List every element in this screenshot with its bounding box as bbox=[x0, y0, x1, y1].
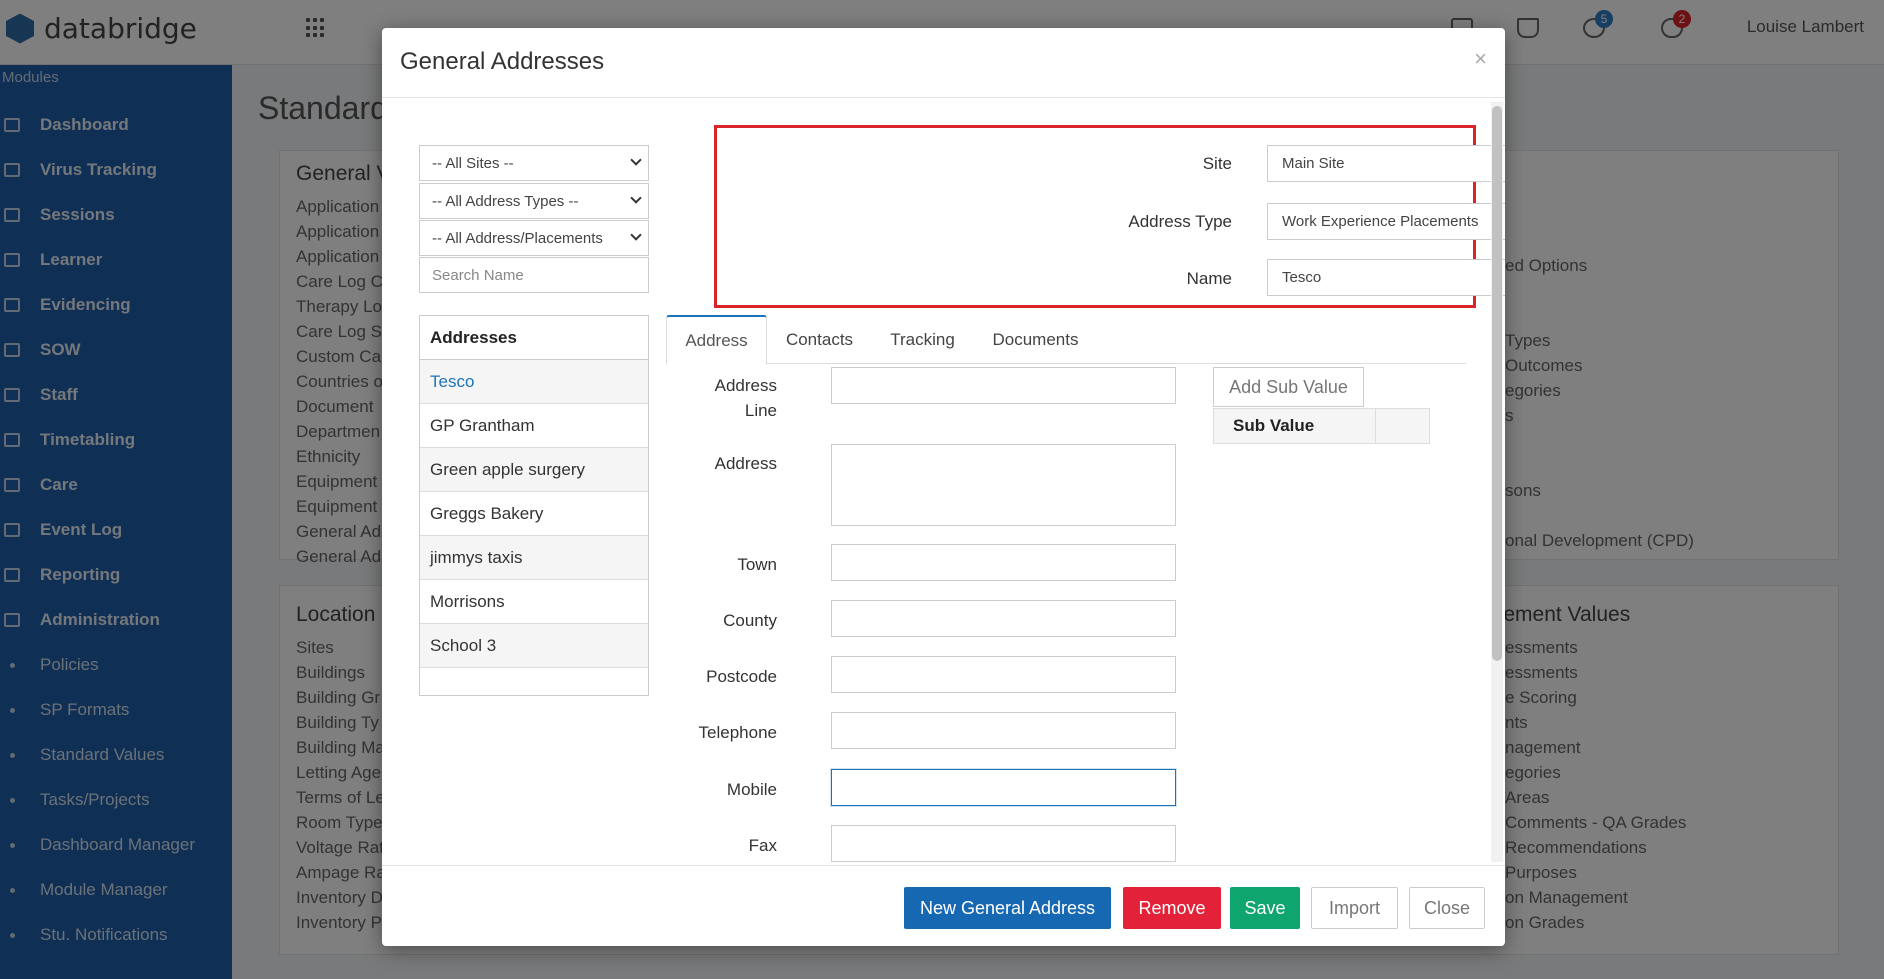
mobile-input[interactable] bbox=[831, 769, 1176, 806]
address-type-label: Address Type bbox=[1128, 212, 1232, 231]
scrollbar-thumb[interactable] bbox=[1492, 106, 1502, 661]
modal-title: General Addresses bbox=[400, 48, 605, 75]
chevron-down-icon bbox=[630, 229, 642, 241]
tab-contacts[interactable]: Contacts bbox=[767, 315, 872, 365]
modal-body: -- All Sites -- -- All Address Types -- … bbox=[382, 99, 1505, 865]
new-general-address-button[interactable]: New General Address bbox=[904, 887, 1111, 929]
tab-tracking[interactable]: Tracking bbox=[872, 315, 973, 365]
save-button[interactable]: Save bbox=[1230, 887, 1300, 929]
county-label: County bbox=[723, 611, 777, 630]
fax-label: Fax bbox=[748, 836, 777, 855]
mobile-label: Mobile bbox=[726, 780, 777, 799]
name-input[interactable]: Tesco bbox=[1267, 259, 1505, 296]
search-name-input[interactable]: Search Name bbox=[419, 257, 649, 293]
telephone-input[interactable] bbox=[831, 712, 1176, 749]
close-icon[interactable]: × bbox=[1474, 46, 1487, 72]
town-label: Town bbox=[737, 555, 777, 574]
address-type-select[interactable]: Work Experience Placements bbox=[1267, 203, 1505, 240]
modal-header: General Addresses × bbox=[382, 28, 1505, 98]
list-item[interactable]: Morrisons bbox=[420, 580, 648, 624]
list-item[interactable]: Greggs Bakery bbox=[420, 492, 648, 536]
add-sub-value-button[interactable]: Add Sub Value bbox=[1213, 367, 1364, 407]
address-tabs: Address Contacts Tracking Documents bbox=[666, 315, 1466, 365]
address-line-label: Address Line bbox=[714, 376, 777, 420]
address-line-input[interactable] bbox=[831, 367, 1176, 404]
address-list-header: Addresses bbox=[420, 316, 648, 360]
address-type-filter-select[interactable]: -- All Address Types -- bbox=[419, 183, 649, 219]
placement-filter-select[interactable]: -- All Address/Placements bbox=[419, 220, 649, 256]
address-textarea[interactable] bbox=[831, 444, 1176, 526]
sub-value-header: Sub Value bbox=[1214, 409, 1376, 443]
address-list: Addresses Tesco GP Grantham Green apple … bbox=[419, 315, 649, 696]
list-item[interactable]: Green apple surgery bbox=[420, 448, 648, 492]
fax-input[interactable] bbox=[831, 825, 1176, 862]
list-item[interactable]: jimmys taxis bbox=[420, 536, 648, 580]
site-filter-select[interactable]: -- All Sites -- bbox=[419, 145, 649, 181]
list-item[interactable]: GP Grantham bbox=[420, 404, 648, 448]
modal-scrollbar[interactable] bbox=[1491, 102, 1503, 862]
site-label: Site bbox=[1202, 154, 1232, 173]
tab-address[interactable]: Address bbox=[666, 315, 767, 365]
close-button[interactable]: Close bbox=[1409, 887, 1485, 929]
list-item[interactable]: School 3 bbox=[420, 624, 648, 668]
site-select[interactable]: Main Site bbox=[1267, 145, 1505, 182]
postcode-input[interactable] bbox=[831, 656, 1176, 693]
general-addresses-modal: General Addresses × -- All Sites -- -- A… bbox=[382, 28, 1505, 946]
address-label: Address bbox=[714, 454, 777, 473]
import-button[interactable]: Import bbox=[1311, 887, 1398, 929]
postcode-label: Postcode bbox=[706, 667, 777, 686]
town-input[interactable] bbox=[831, 544, 1176, 581]
sub-value-table: Sub Value bbox=[1213, 408, 1430, 444]
county-input[interactable] bbox=[831, 600, 1176, 637]
chevron-down-icon bbox=[630, 154, 642, 166]
modal-footer: New General Address Remove Save Import C… bbox=[382, 865, 1505, 946]
chevron-down-icon bbox=[630, 192, 642, 204]
name-label: Name bbox=[1186, 269, 1232, 288]
list-item[interactable]: Tesco bbox=[420, 360, 648, 404]
tab-documents[interactable]: Documents bbox=[973, 315, 1098, 365]
telephone-label: Telephone bbox=[698, 723, 777, 742]
remove-button[interactable]: Remove bbox=[1123, 887, 1221, 929]
